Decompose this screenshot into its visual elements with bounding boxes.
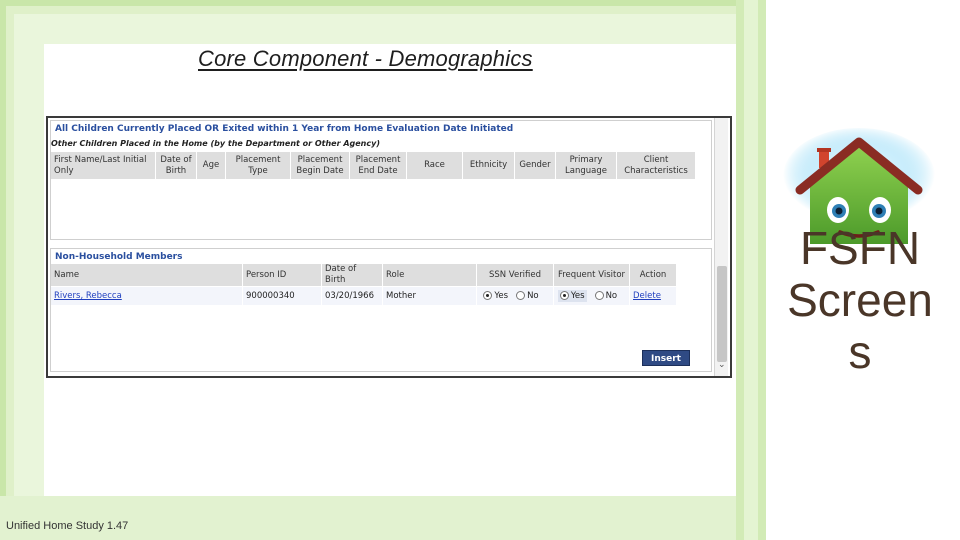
col-client-characteristics: Client Characteristics [617, 152, 695, 179]
radio-selected-icon[interactable] [559, 291, 569, 300]
radio-empty-icon[interactable] [516, 290, 526, 300]
col-nh-date-of-birth: Date of Birth [322, 264, 382, 286]
non-household-title: Non-Household Members [55, 252, 183, 262]
vertical-scrollbar[interactable]: ⌄ [714, 118, 728, 376]
frame-right-pillar [736, 0, 766, 540]
col-race: Race [407, 152, 462, 179]
insert-button[interactable]: Insert [642, 350, 690, 366]
delete-link[interactable]: Delete [633, 291, 661, 301]
col-person-id: Person ID [243, 264, 321, 286]
col-placement-begin: Placement Begin Date [291, 152, 349, 179]
col-name: Name [51, 264, 242, 286]
children-placed-title: All Children Currently Placed OR Exited … [55, 124, 514, 134]
col-placement-end: Placement End Date [350, 152, 406, 179]
radio-empty-icon[interactable] [594, 291, 604, 300]
col-ssn-verified: SSN Verified [477, 264, 553, 286]
table-row: Rivers, Rebecca 900000340 03/20/1966 Mot… [51, 287, 676, 305]
ssn-verified-yes[interactable]: Yes [483, 290, 508, 301]
fsfn-screenshot: All Children Currently Placed OR Exited … [46, 116, 732, 378]
frequent-visitor-cell: Yes No [554, 287, 629, 305]
children-table: First Name/Last Initial Only Date of Bir… [50, 151, 696, 180]
col-primary-language: Primary Language [556, 152, 616, 179]
col-gender: Gender [515, 152, 555, 179]
frequent-visitor-no[interactable]: No [594, 291, 617, 301]
member-name-link[interactable]: Rivers, Rebecca [51, 287, 242, 305]
children-placed-panel: All Children Currently Placed OR Exited … [50, 120, 712, 240]
member-role: Mother [383, 287, 476, 305]
col-date-of-birth: Date of Birth [156, 152, 196, 179]
slide-footer: Unified Home Study 1.47 [6, 520, 129, 532]
frequent-visitor-yes[interactable]: Yes [557, 290, 587, 302]
fsfn-screens-label: FSFN Screen s [768, 222, 952, 378]
frame-bottom-strip [0, 496, 766, 540]
chevron-down-icon[interactable]: ⌄ [718, 360, 726, 370]
col-age: Age [197, 152, 225, 179]
col-frequent-visitor: Frequent Visitor [554, 264, 629, 286]
slide-title: Core Component - Demographics [198, 46, 533, 71]
ssn-verified-cell: Yes No [477, 287, 553, 305]
ssn-verified-no[interactable]: No [516, 290, 539, 301]
member-dob: 03/20/1966 [322, 287, 382, 305]
children-table-header: First Name/Last Initial Only Date of Bir… [51, 152, 695, 179]
col-first-name: First Name/Last Initial Only [51, 152, 155, 179]
non-household-panel: Non-Household Members Name Person ID Dat… [50, 248, 712, 372]
delete-link-cell: Delete [630, 287, 676, 305]
col-placement-type: Placement Type [226, 152, 290, 179]
other-children-subtitle: Other Children Placed in the Home (by th… [51, 139, 380, 148]
col-ethnicity: Ethnicity [463, 152, 514, 179]
radio-selected-icon[interactable] [483, 290, 493, 300]
side-text-line-1: FSFN [799, 222, 921, 274]
non-household-header: Name Person ID Date of Birth Role SSN Ve… [51, 264, 676, 286]
non-household-table: Name Person ID Date of Birth Role SSN Ve… [50, 263, 677, 306]
scrollbar-thumb[interactable] [717, 266, 727, 362]
member-person-id: 900000340 [243, 287, 321, 305]
side-text-line-3: s [848, 326, 872, 378]
col-role: Role [383, 264, 476, 286]
side-text-line-2: Screen [787, 274, 933, 326]
col-action: Action [630, 264, 676, 286]
member-name-text[interactable]: Rivers, Rebecca [54, 291, 122, 301]
